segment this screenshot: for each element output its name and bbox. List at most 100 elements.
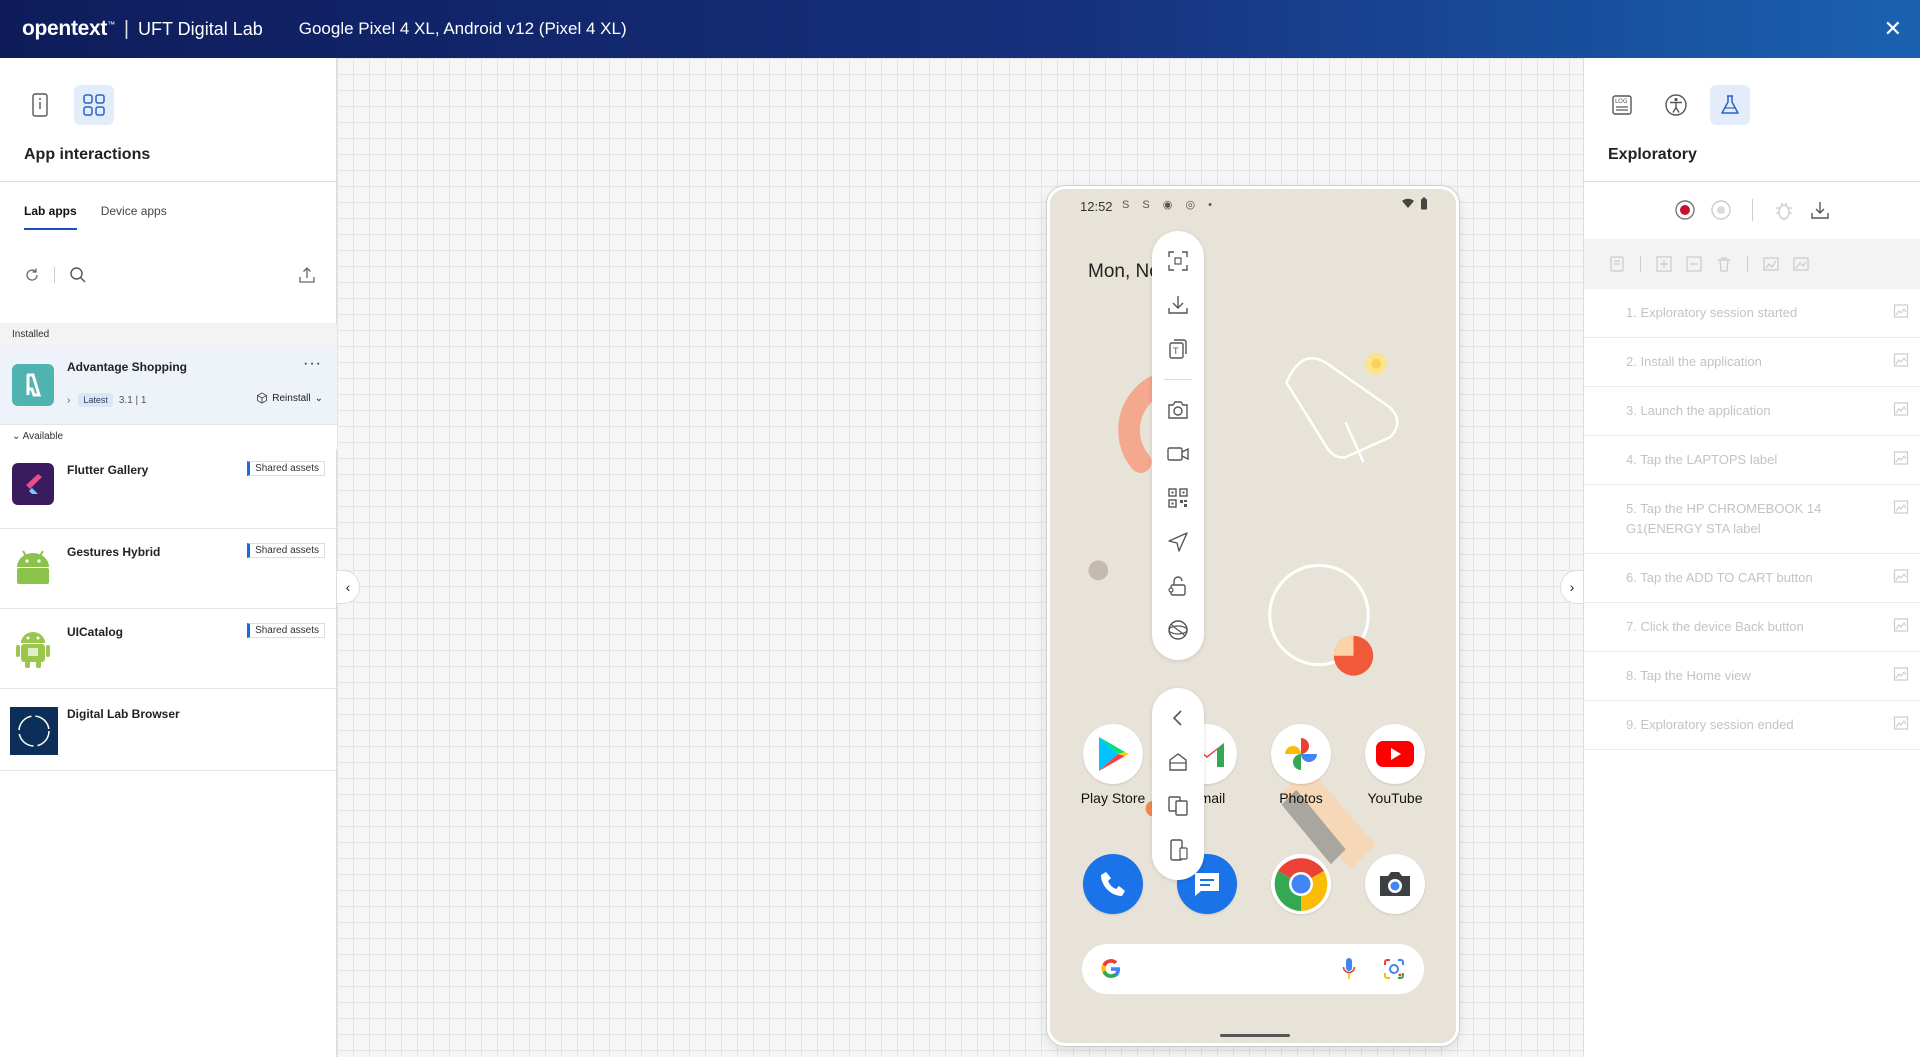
step-screenshot-icon[interactable]: [1893, 666, 1909, 682]
apps-grid-icon: [83, 94, 105, 116]
tab-lab-apps[interactable]: Lab apps: [24, 204, 77, 230]
device-home-button[interactable]: [1158, 742, 1198, 782]
home-app-play-store[interactable]: Play Store: [1070, 724, 1156, 806]
record-video-button[interactable]: [1158, 434, 1198, 474]
image-icon[interactable]: [1792, 255, 1810, 273]
clipboard-text-button[interactable]: T: [1158, 329, 1198, 369]
network-button[interactable]: [1158, 610, 1198, 650]
collapse-left-panel-button[interactable]: ‹: [336, 570, 360, 604]
screenshot-button[interactable]: [1158, 390, 1198, 430]
device-back-button[interactable]: [1158, 698, 1198, 738]
step-screenshot-icon[interactable]: [1893, 303, 1909, 319]
search-icon[interactable]: [69, 266, 87, 284]
refresh-icon[interactable]: [24, 267, 40, 283]
chevron-right-icon: ›: [1569, 579, 1575, 595]
list-item[interactable]: Flutter Gallery Shared assets: [0, 449, 337, 529]
step-screenshot-icon[interactable]: [1893, 450, 1909, 466]
list-item[interactable]: 8. Tap the Home view: [1584, 652, 1920, 701]
steps-edit-toolbar: [1584, 239, 1920, 289]
list-item[interactable]: 2. Install the application: [1584, 338, 1920, 387]
trash-icon[interactable]: [1715, 255, 1733, 273]
tab-device-apps[interactable]: Device apps: [101, 204, 167, 230]
wifi-icon: [1402, 198, 1414, 208]
step-screenshot-icon[interactable]: [1893, 617, 1909, 633]
reinstall-button[interactable]: Reinstall ⌄: [256, 392, 323, 404]
flask-icon: [1721, 95, 1739, 114]
home-app-chrome[interactable]: [1258, 854, 1344, 914]
home-app-camera[interactable]: [1352, 854, 1438, 914]
log-icon: LOG: [1612, 95, 1632, 115]
microphone-icon[interactable]: [1342, 957, 1356, 981]
wallpaper-shapes: [1088, 352, 1399, 870]
list-item[interactable]: 9. Exploratory session ended: [1584, 701, 1920, 750]
record-icon[interactable]: [1674, 199, 1696, 221]
step-label: 2. Install the application: [1626, 354, 1762, 369]
recent-apps-button[interactable]: [1158, 786, 1198, 826]
remove-step-icon[interactable]: [1685, 255, 1703, 273]
notes-icon[interactable]: [1608, 255, 1626, 273]
app-interactions-button[interactable]: [74, 85, 114, 125]
version-info: › Latest 3.1 | 1: [67, 393, 147, 407]
device-screen[interactable]: 12:52 S S ◉ ◎ • Mon, Nov 8 Play Store Gm…: [1047, 186, 1459, 1046]
upload-icon[interactable]: [298, 266, 316, 284]
google-lens-icon[interactable]: [1382, 957, 1406, 981]
clipboard-text-icon: T: [1169, 339, 1187, 359]
chevron-down-icon: ⌄: [314, 392, 323, 404]
stop-icon[interactable]: [1710, 199, 1732, 221]
advantage-shopping-icon: [12, 364, 54, 406]
list-item[interactable]: 3. Launch the application: [1584, 387, 1920, 436]
list-item[interactable]: 7. Click the device Back button: [1584, 603, 1920, 652]
expand-chevron-icon[interactable]: ›: [67, 395, 70, 406]
list-item[interactable]: 4. Tap the LAPTOPS label: [1584, 436, 1920, 485]
step-screenshot-icon[interactable]: [1893, 352, 1909, 368]
list-item[interactable]: Digital Lab Browser: [0, 689, 337, 771]
product-name: UFT Digital Lab: [138, 18, 263, 39]
home-app-photos[interactable]: Photos: [1258, 724, 1344, 806]
download-button[interactable]: [1158, 285, 1198, 325]
rotate-device-button[interactable]: [1158, 830, 1198, 870]
step-screenshot-icon[interactable]: [1893, 568, 1909, 584]
add-step-icon[interactable]: [1655, 255, 1673, 273]
installed-app-row[interactable]: Advantage Shopping ··· › Latest 3.1 | 1 …: [0, 347, 337, 425]
toolbar-separator: [1752, 199, 1753, 221]
collapse-right-panel-button[interactable]: ›: [1560, 570, 1584, 604]
home-app-youtube[interactable]: YouTube: [1352, 724, 1438, 806]
gesture-nav-handle[interactable]: [1220, 1034, 1290, 1037]
logs-button[interactable]: LOG: [1602, 85, 1642, 125]
location-button[interactable]: [1158, 522, 1198, 562]
latest-tag: Latest: [78, 393, 113, 407]
home-app-phone[interactable]: [1070, 854, 1156, 914]
chevron-down-icon[interactable]: ⌄: [12, 431, 23, 442]
exploratory-button[interactable]: [1710, 85, 1750, 125]
download-icon[interactable]: [1809, 199, 1831, 221]
close-session-button[interactable]: ✕: [1884, 15, 1902, 43]
step-screenshot-icon[interactable]: [1893, 401, 1909, 417]
list-item[interactable]: 1. Exploratory session started: [1584, 289, 1920, 338]
device-info-button[interactable]: [20, 85, 60, 125]
step-label: 9. Exploratory session ended: [1626, 717, 1794, 732]
device-tools-toolbar: T: [1152, 231, 1204, 660]
list-item[interactable]: 6. Tap the ADD TO CART button: [1584, 554, 1920, 603]
list-item[interactable]: Gestures Hybrid Shared assets: [0, 529, 337, 609]
more-options-button[interactable]: ···: [303, 355, 322, 373]
list-item[interactable]: 5. Tap the HP CHROMEBOOK 14 G1(ENERGY ST…: [1584, 485, 1920, 554]
toolbar-separator: [1640, 256, 1641, 272]
panel-title: Exploratory: [1608, 146, 1697, 163]
accessibility-button[interactable]: [1656, 85, 1696, 125]
step-screenshot-icon[interactable]: [1893, 715, 1909, 731]
bug-icon[interactable]: [1773, 199, 1795, 221]
unlock-button[interactable]: [1158, 566, 1198, 606]
divider: [0, 181, 336, 182]
unlock-icon: [1168, 576, 1186, 596]
fit-screen-button[interactable]: [1158, 241, 1198, 281]
step-screenshot-icon[interactable]: [1893, 499, 1909, 515]
video-icon: [1167, 447, 1189, 461]
qr-code-icon: [1168, 488, 1188, 508]
google-search-bar[interactable]: [1082, 944, 1424, 994]
list-item[interactable]: UICatalog Shared assets: [0, 609, 337, 689]
google-g-icon: [1101, 959, 1120, 979]
toolbar-separator: [1747, 256, 1748, 272]
qr-code-button[interactable]: [1158, 478, 1198, 518]
edit-image-icon[interactable]: [1762, 255, 1780, 273]
opentext-logo: opentext™: [22, 17, 115, 40]
